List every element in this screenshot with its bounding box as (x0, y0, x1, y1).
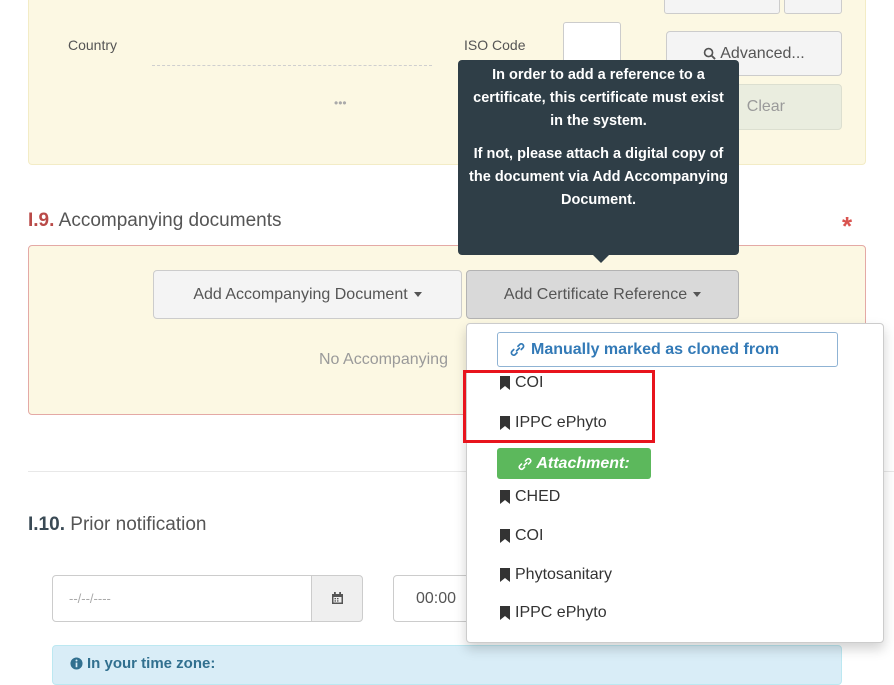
country-label: Country (68, 37, 118, 53)
search-icon (703, 47, 716, 60)
link-icon (510, 343, 525, 356)
iso-code-label: ISO Code (464, 37, 526, 53)
time-input[interactable]: 00:00 (393, 575, 473, 622)
add-document-label: Add Accompanying Document (193, 285, 408, 303)
certificate-reference-tooltip: In order to add a reference to a certifi… (458, 60, 739, 255)
tooltip-paragraph-1: In order to add a reference to a certifi… (473, 67, 724, 129)
add-certificate-label: Add Certificate Reference (503, 285, 688, 303)
date-placeholder: --/--/---- (69, 591, 111, 606)
iso-code-input[interactable] (563, 22, 621, 64)
dropdown-item-label: COI (515, 527, 544, 544)
top-button-stub[interactable] (664, 0, 780, 14)
bookmark-icon (500, 568, 510, 582)
manually-cloned-label: Manually marked as cloned from (531, 340, 780, 358)
chevron-down-icon (413, 292, 422, 297)
country-field-line[interactable] (152, 65, 432, 66)
location-panel (28, 0, 866, 165)
dropdown-item-attachment-ippc-ephyto[interactable]: IPPC ePhyto (499, 604, 607, 622)
add-certificate-reference-button[interactable]: Add Certificate Reference (466, 270, 739, 319)
accompanying-documents-heading: I.9. Accompanying documents (28, 210, 281, 232)
calendar-button[interactable] (311, 575, 363, 622)
dropdown-item-attachment-ched[interactable]: CHED (499, 488, 560, 506)
required-asterisk: * (842, 211, 853, 241)
tooltip-arrow (592, 254, 610, 263)
add-accompanying-document-button[interactable]: Add Accompanying Document (153, 270, 462, 319)
manually-cloned-from-header[interactable]: Manually marked as cloned from (497, 332, 838, 367)
timezone-label-text: In your time zone: (87, 655, 216, 672)
link-icon (518, 457, 532, 470)
section-number: I.9. (28, 210, 55, 231)
section-title: Prior notification (70, 514, 207, 535)
dropdown-item-label: CHED (515, 488, 561, 505)
clear-button-label: Clear (746, 98, 785, 115)
info-icon (70, 657, 83, 670)
section-title: Accompanying documents (58, 210, 282, 231)
tooltip-paragraph-2-suffix: . (631, 192, 636, 208)
date-input[interactable]: --/--/---- (52, 575, 312, 622)
calendar-icon (331, 592, 343, 604)
bookmark-icon (500, 490, 510, 504)
chevron-down-icon (693, 292, 702, 297)
attachment-section-header: Attachment: (497, 448, 651, 479)
time-value: 00:00 (416, 589, 457, 607)
prior-notification-heading: I.10. Prior notification (28, 514, 207, 536)
dropdown-item-label: Phytosanitary (515, 566, 612, 583)
country-ellipsis: ••• (334, 96, 347, 110)
highlight-annotation-box (463, 370, 655, 443)
bookmark-icon (500, 529, 510, 543)
bookmark-icon (500, 606, 510, 620)
attachment-label-text: Attachment: (536, 454, 630, 472)
tooltip-paragraph-2: If not, please attach a digital copy of … (468, 143, 729, 212)
dropdown-item-attachment-coi[interactable]: COI (499, 527, 543, 545)
section-number: I.10. (28, 514, 65, 535)
empty-documents-text: No Accompanying (319, 351, 448, 368)
top-button-stub-2[interactable] (784, 0, 842, 14)
dropdown-item-attachment-phytosanitary[interactable]: Phytosanitary (499, 566, 612, 584)
timezone-label: In your time zone: (70, 655, 215, 672)
dropdown-item-label: IPPC ePhyto (515, 604, 607, 621)
